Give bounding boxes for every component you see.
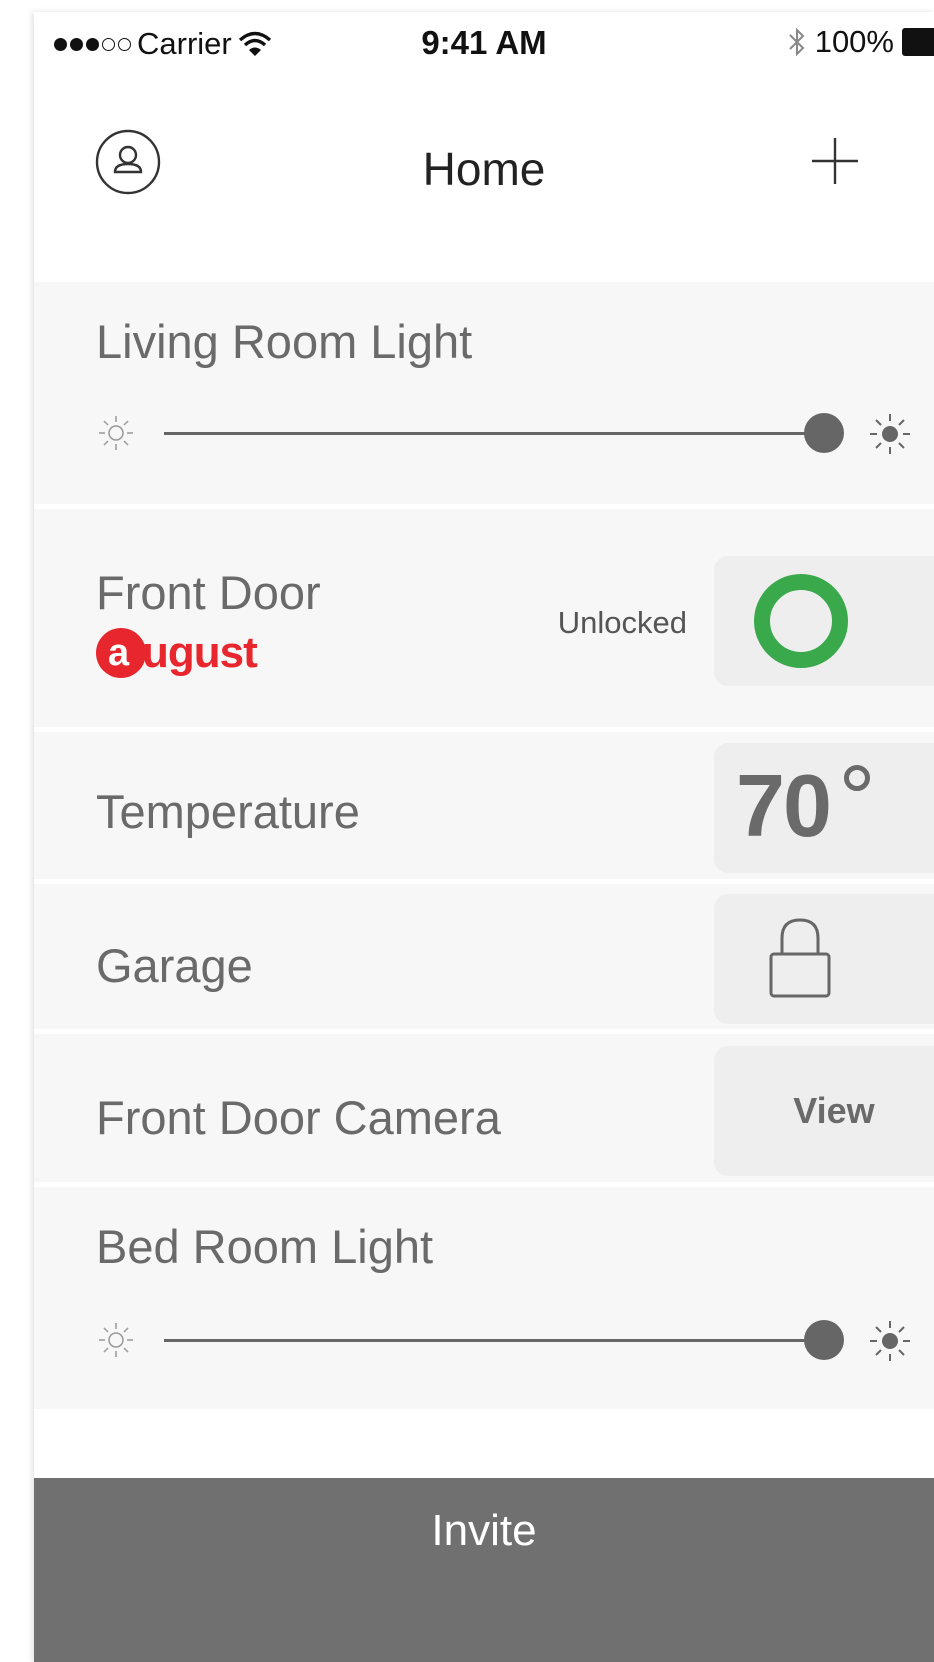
- slider-knob[interactable]: [804, 1320, 844, 1360]
- degree-symbol: [844, 765, 870, 791]
- slider-track: [164, 1339, 824, 1342]
- status-right: 100%: [787, 24, 934, 60]
- slider-knob[interactable]: [804, 413, 844, 453]
- lock-status-text: Unlocked: [557, 605, 687, 640]
- august-logo-mark: a: [96, 628, 146, 678]
- device-row-garage[interactable]: Garage: [34, 884, 934, 1029]
- device-row-living-room-light[interactable]: Living Room Light: [34, 282, 934, 504]
- page-title: Home: [422, 143, 546, 195]
- device-title: Temperature: [96, 785, 360, 838]
- device-title: Living Room Light: [96, 315, 473, 368]
- device-row-front-door[interactable]: Front Door a ugust Unlocked: [34, 509, 934, 727]
- phone-screen: Carrier 9:41 AM 100% Home Living Room Li…: [34, 12, 934, 1662]
- unlocked-ring-icon[interactable]: [754, 574, 848, 668]
- camera-view-tile[interactable]: View: [714, 1046, 934, 1176]
- sun-dim-icon: [99, 1323, 133, 1357]
- device-title: Bed Room Light: [96, 1220, 434, 1273]
- view-button[interactable]: View: [714, 1090, 934, 1132]
- temperature-tile[interactable]: 70: [714, 743, 934, 873]
- device-row-bed-room-light[interactable]: Bed Room Light: [34, 1187, 934, 1409]
- brightness-slider[interactable]: [96, 408, 924, 458]
- sun-bright-icon: [870, 414, 910, 454]
- status-bar: Carrier 9:41 AM 100%: [34, 12, 934, 72]
- device-row-front-door-camera[interactable]: Front Door Camera View: [34, 1034, 934, 1182]
- lock-toggle-tile[interactable]: [714, 556, 934, 686]
- temperature-value: 70: [736, 756, 832, 855]
- august-logo: a ugust: [96, 623, 258, 683]
- lock-icon[interactable]: [768, 916, 832, 1000]
- brightness-slider[interactable]: [96, 1315, 924, 1365]
- device-title: Garage: [96, 939, 253, 992]
- plus-icon[interactable]: [810, 136, 860, 186]
- garage-tile[interactable]: [714, 894, 934, 1024]
- nav-bar: Home: [34, 72, 934, 282]
- sun-bright-icon: [870, 1321, 910, 1361]
- slider-track: [164, 432, 824, 435]
- device-title: Front Door: [96, 566, 321, 619]
- august-logo-text: ugust: [142, 628, 258, 677]
- sun-dim-icon: [99, 416, 133, 450]
- battery-icon: [902, 28, 934, 56]
- device-row-temperature[interactable]: Temperature 70: [34, 732, 934, 879]
- bluetooth-icon: [788, 27, 805, 57]
- battery-percent: 100%: [814, 24, 894, 59]
- device-title: Front Door Camera: [96, 1091, 501, 1144]
- invite-button[interactable]: Invite: [34, 1478, 934, 1662]
